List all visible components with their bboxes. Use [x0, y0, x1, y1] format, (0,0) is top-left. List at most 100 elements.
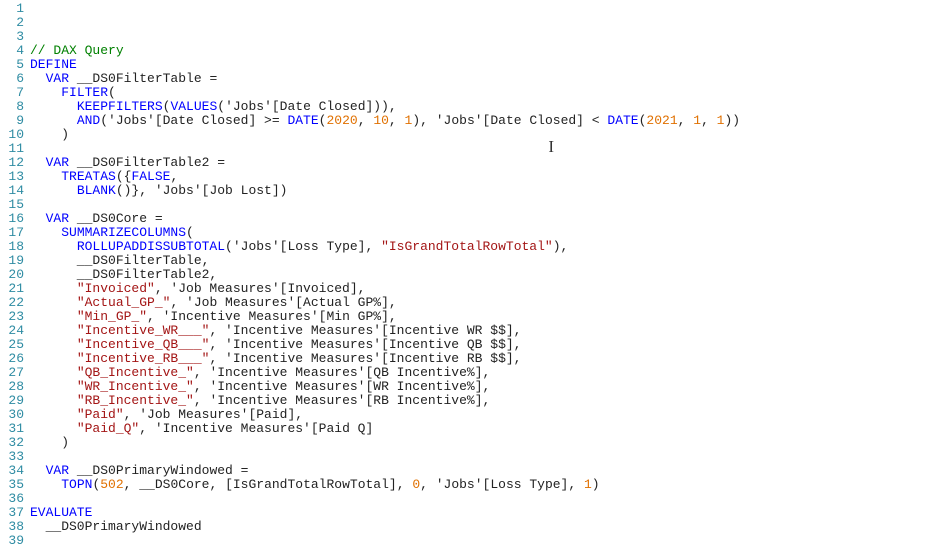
token-plain: ))	[724, 113, 740, 128]
code-line[interactable]: EVALUATE	[30, 506, 942, 520]
token-plain	[30, 113, 77, 128]
line-number: 1	[0, 2, 24, 16]
token-plain: ,	[358, 113, 374, 128]
code-line[interactable]: "Actual_GP_", 'Job Measures'[Actual GP%]…	[30, 296, 942, 310]
token-plain	[30, 407, 77, 422]
token-str: "WR_Incentive_"	[77, 379, 194, 394]
code-line[interactable]: VAR __DS0Core =	[30, 212, 942, 226]
line-number: 15	[0, 198, 24, 212]
code-line[interactable]: "RB_Incentive_", 'Incentive Measures'[RB…	[30, 394, 942, 408]
token-func: SUMMARIZECOLUMNS	[61, 225, 186, 240]
code-line[interactable]: )	[30, 128, 942, 142]
token-plain: )	[30, 127, 69, 142]
token-plain: , 'Job Measures'[Paid],	[124, 407, 303, 422]
line-number: 32	[0, 436, 24, 450]
token-plain	[30, 239, 77, 254]
token-plain	[30, 379, 77, 394]
token-plain	[30, 71, 46, 86]
code-line[interactable]: KEEPFILTERS(VALUES('Jobs'[Date Closed]))…	[30, 100, 942, 114]
code-line[interactable]	[30, 198, 942, 212]
token-str: "QB_Incentive_"	[77, 365, 194, 380]
line-number: 27	[0, 366, 24, 380]
token-num: 2021	[646, 113, 677, 128]
code-line[interactable]: __DS0FilterTable2,	[30, 268, 942, 282]
code-line[interactable]: VAR __DS0FilterTable =	[30, 72, 942, 86]
token-str: "Invoiced"	[77, 281, 155, 296]
code-line[interactable]: SUMMARIZECOLUMNS(	[30, 226, 942, 240]
line-number: 37	[0, 506, 24, 520]
token-plain: , 'Incentive Measures'[WR Incentive%],	[194, 379, 490, 394]
token-plain: , 'Incentive Measures'[Min GP%],	[147, 309, 397, 324]
code-line[interactable]: DEFINE	[30, 58, 942, 72]
token-plain: , 'Job Measures'[Invoiced],	[155, 281, 366, 296]
token-str: "Actual_GP_"	[77, 295, 171, 310]
code-line[interactable]: "Invoiced", 'Job Measures'[Invoiced],	[30, 282, 942, 296]
token-plain	[30, 225, 61, 240]
code-line[interactable]: BLANK()}, 'Jobs'[Job Lost])	[30, 184, 942, 198]
line-number: 10	[0, 128, 24, 142]
code-line[interactable]: VAR __DS0PrimaryWindowed =	[30, 464, 942, 478]
code-line[interactable]	[30, 450, 942, 464]
code-line[interactable]: FILTER(	[30, 86, 942, 100]
token-plain: , 'Incentive Measures'[Paid Q]	[139, 421, 373, 436]
token-num: 10	[373, 113, 389, 128]
token-plain: )	[592, 477, 600, 492]
code-line[interactable]	[30, 142, 942, 156]
code-line[interactable]: "Incentive_RB___", 'Incentive Measures'[…	[30, 352, 942, 366]
line-number: 35	[0, 478, 24, 492]
token-plain: , 'Incentive Measures'[Incentive WR $$],	[209, 323, 521, 338]
code-line[interactable]: // DAX Query	[30, 44, 942, 58]
token-str: "RB_Incentive_"	[77, 393, 194, 408]
line-number: 24	[0, 324, 24, 338]
token-kw: VAR	[46, 155, 69, 170]
token-num: 1	[584, 477, 592, 492]
code-line[interactable]	[30, 492, 942, 506]
token-plain: , 'Jobs'[Loss Type],	[420, 477, 584, 492]
line-number: 28	[0, 380, 24, 394]
line-number: 19	[0, 254, 24, 268]
line-number: 14	[0, 184, 24, 198]
code-line[interactable]: "Paid_Q", 'Incentive Measures'[Paid Q]	[30, 422, 942, 436]
code-line[interactable]: "Incentive_QB___", 'Incentive Measures'[…	[30, 338, 942, 352]
code-line[interactable]: "Min_GP_", 'Incentive Measures'[Min GP%]…	[30, 310, 942, 324]
token-plain: ,	[170, 169, 178, 184]
code-line[interactable]: AND('Jobs'[Date Closed] >= DATE(2020, 10…	[30, 114, 942, 128]
token-func: FILTER	[61, 85, 108, 100]
code-line[interactable]: __DS0FilterTable,	[30, 254, 942, 268]
line-number: 21	[0, 282, 24, 296]
line-number: 25	[0, 338, 24, 352]
code-line[interactable]: "Incentive_WR___", 'Incentive Measures'[…	[30, 324, 942, 338]
line-number: 5	[0, 58, 24, 72]
token-plain: __DS0PrimaryWindowed	[30, 519, 202, 534]
token-kw: FALSE	[131, 169, 170, 184]
code-editor[interactable]: 1234567891011121314151617181920212223242…	[0, 0, 942, 549]
code-line[interactable]: )	[30, 436, 942, 450]
code-line[interactable]: VAR __DS0FilterTable2 =	[30, 156, 942, 170]
code-area[interactable]: I // DAX QueryDEFINE VAR __DS0FilterTabl…	[30, 2, 942, 549]
token-func: DATE	[607, 113, 638, 128]
code-line[interactable]	[30, 534, 942, 548]
token-plain: __DS0PrimaryWindowed =	[69, 463, 248, 478]
token-str: "Incentive_QB___"	[77, 337, 210, 352]
token-func: TOPN	[61, 477, 92, 492]
token-plain	[30, 211, 46, 226]
code-line[interactable]: TOPN(502, __DS0Core, [IsGrandTotalRowTot…	[30, 478, 942, 492]
code-line[interactable]: "Paid", 'Job Measures'[Paid],	[30, 408, 942, 422]
code-line[interactable]: "WR_Incentive_", 'Incentive Measures'[WR…	[30, 380, 942, 394]
token-plain	[30, 463, 46, 478]
line-number: 4	[0, 44, 24, 58]
token-plain	[30, 351, 77, 366]
code-line[interactable]: TREATAS({FALSE,	[30, 170, 942, 184]
code-line[interactable]: ROLLUPADDISSUBTOTAL('Jobs'[Loss Type], "…	[30, 240, 942, 254]
token-plain	[30, 477, 61, 492]
token-plain	[30, 365, 77, 380]
token-plain: ,	[701, 113, 717, 128]
token-plain: (	[108, 85, 116, 100]
code-line[interactable]: "QB_Incentive_", 'Incentive Measures'[QB…	[30, 366, 942, 380]
token-plain: ,	[678, 113, 694, 128]
token-plain: __DS0Core =	[69, 211, 163, 226]
line-number: 6	[0, 72, 24, 86]
token-plain: , __DS0Core, [IsGrandTotalRowTotal],	[124, 477, 413, 492]
code-line[interactable]: __DS0PrimaryWindowed	[30, 520, 942, 534]
line-number: 9	[0, 114, 24, 128]
